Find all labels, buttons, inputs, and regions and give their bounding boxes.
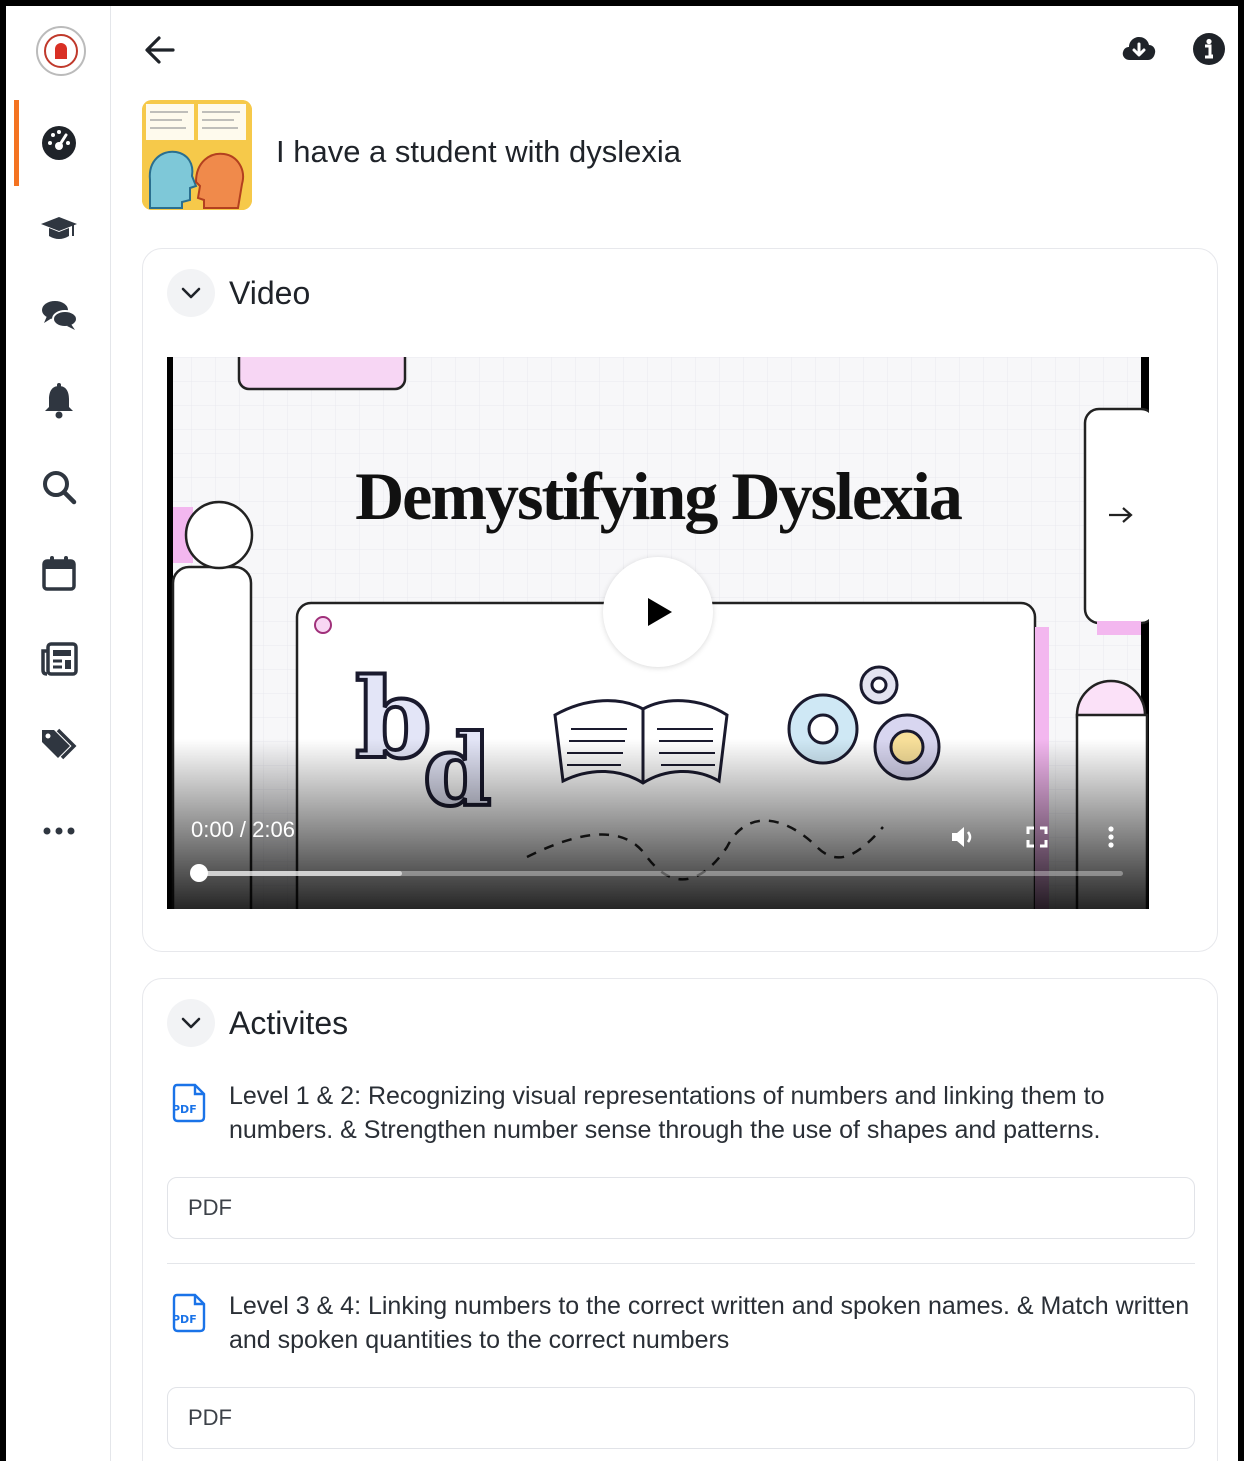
pdf-viewer[interactable]: PDF [167, 1387, 1195, 1449]
video-section-header: Video [167, 269, 310, 317]
more-options-button[interactable] [1091, 817, 1131, 857]
activity-title: Level 3 & 4: Linking numbers to the corr… [229, 1292, 1190, 1354]
seek-handle[interactable] [190, 864, 208, 882]
video-section: Video b Demystifying Dyslexia 0:00 / 2:0… [142, 248, 1218, 952]
more-dots-icon [43, 827, 74, 835]
sidebar-item-dashboard[interactable] [6, 100, 111, 186]
sidebar-item-notifications[interactable] [6, 358, 111, 444]
activities-section-header: Activites [167, 999, 348, 1047]
pdf-file-icon: PDF [172, 1293, 206, 1333]
university-seal-logo [44, 34, 78, 68]
activity-link[interactable]: PDF Level 3 & 4: Linking numbers to the … [171, 1289, 1195, 1357]
calendar-icon [41, 556, 76, 591]
dashboard-icon [41, 126, 76, 160]
sidebar-item-more[interactable] [6, 788, 111, 874]
activity-item: PDF Level 3 & 4: Linking numbers to the … [167, 1289, 1195, 1449]
search-icon [42, 471, 76, 505]
svg-text:PDF: PDF [172, 1103, 197, 1116]
main-content: I have a student with dyslexia Video b D… [112, 6, 1238, 1461]
chat-bubbles-icon [41, 301, 78, 330]
activities-section: Activites PDF Level 1 & 2: Recognizing v… [142, 978, 1218, 1461]
activity-item: PDF Level 1 & 2: Recognizing visual repr… [167, 1079, 1195, 1239]
graduation-cap-icon [40, 217, 77, 239]
arrow-left-icon [145, 36, 175, 64]
sidebar-item-courses[interactable] [6, 186, 111, 272]
sidebar-item-messages[interactable] [6, 272, 111, 358]
volume-icon [952, 827, 972, 847]
collapse-video-button[interactable] [167, 269, 215, 317]
seek-buffered [199, 871, 403, 876]
newspaper-icon [40, 642, 78, 676]
sidebar [6, 6, 111, 1461]
collapse-activities-button[interactable] [167, 999, 215, 1047]
university-logo[interactable] [36, 26, 86, 76]
activity-link[interactable]: PDF Level 1 & 2: Recognizing visual repr… [171, 1079, 1195, 1147]
video-section-title: Video [229, 274, 311, 311]
video-player[interactable]: b d [167, 357, 1149, 909]
sidebar-item-calendar[interactable] [6, 530, 111, 616]
sidebar-item-news[interactable] [6, 616, 111, 702]
info-button[interactable] [1190, 30, 1228, 68]
topbar-actions [1120, 30, 1228, 68]
svg-text:PDF: PDF [172, 1313, 197, 1326]
info-icon [1193, 33, 1225, 65]
sidebar-item-search[interactable] [6, 444, 111, 530]
chevron-down-icon [181, 287, 201, 299]
activity-title: Level 1 & 2: Recognizing visual represen… [229, 1082, 1105, 1144]
fullscreen-button[interactable] [1017, 817, 1057, 857]
controls-shade [167, 739, 1149, 909]
back-button[interactable] [138, 28, 182, 72]
bell-icon [44, 383, 73, 419]
chevron-down-icon [181, 1017, 201, 1029]
time-display: 0:00 / 2:06 [191, 817, 295, 842]
cloud-download-icon [1122, 37, 1156, 60]
course-thumbnail [142, 100, 252, 210]
sidebar-item-tags[interactable] [6, 702, 111, 788]
kebab-menu-icon [1108, 826, 1114, 848]
fullscreen-icon [1026, 826, 1048, 848]
download-button[interactable] [1120, 30, 1158, 68]
app-window: I have a student with dyslexia Video b D… [0, 0, 1244, 1461]
video-title-card: Demystifying Dyslexia [355, 458, 963, 534]
activities-section-title: Activites [229, 1004, 349, 1041]
tags-icon [41, 728, 76, 760]
divider [167, 1263, 1195, 1264]
play-icon [648, 598, 672, 626]
pdf-viewer[interactable]: PDF [167, 1177, 1195, 1239]
volume-button[interactable] [943, 817, 983, 857]
seek-bar[interactable] [190, 864, 1123, 882]
play-button[interactable] [603, 557, 713, 667]
course-title: I have a student with dyslexia [276, 134, 681, 169]
pdf-file-icon: PDF [172, 1083, 206, 1123]
